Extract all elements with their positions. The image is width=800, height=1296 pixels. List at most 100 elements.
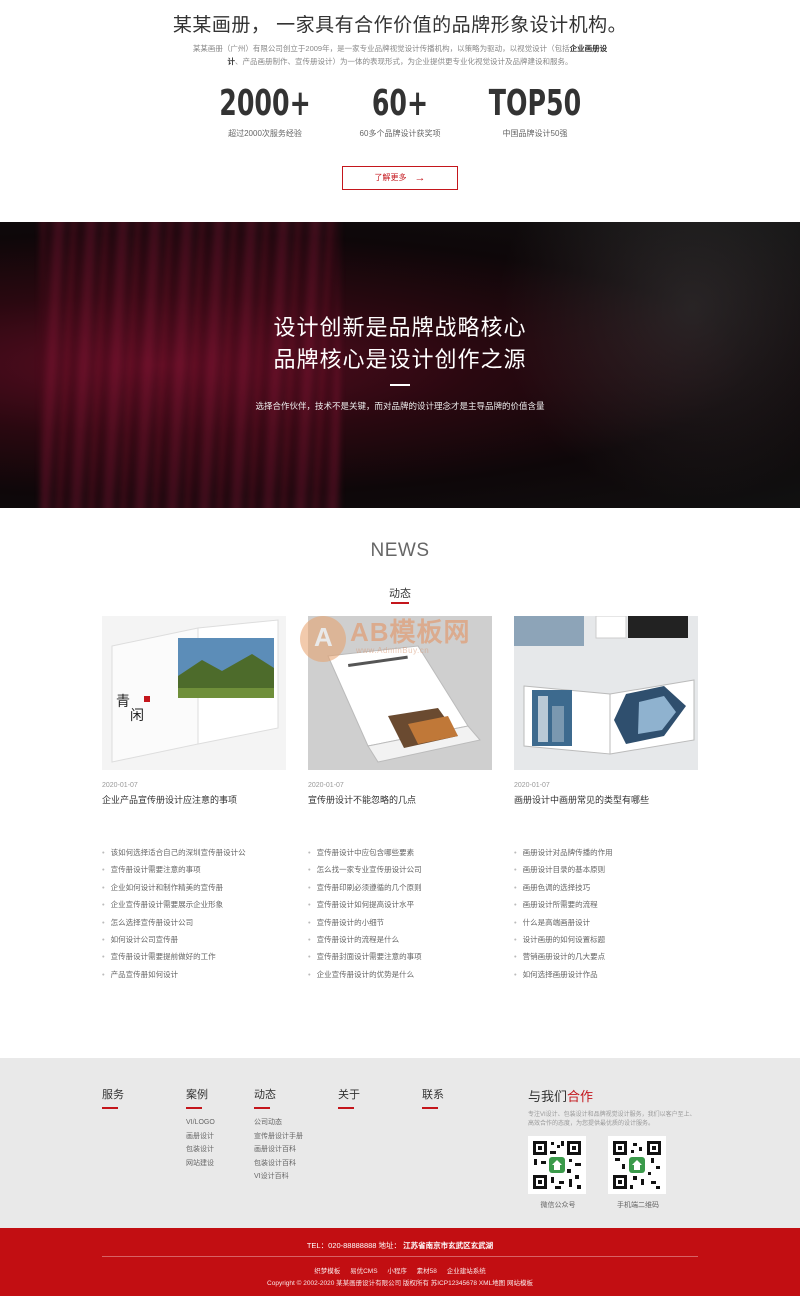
news-list-item[interactable]: 如何选择画册设计作品: [514, 966, 698, 983]
about-headline: 某某画册， 一家具有合作价值的品牌形象设计机构。: [172, 15, 628, 36]
footer-link[interactable]: 画册设计: [186, 1130, 215, 1144]
news-list-item[interactable]: 产品宣传册如何设计: [102, 966, 286, 983]
footer-nav: 服务 案例 VI/LOGO 画册设计 包装设计 网站建设 动态 公司动态 宣传册…: [0, 1058, 800, 1228]
telephone: TEL：020-88888888 地址：: [306, 1241, 402, 1250]
qr-code-icon: [608, 1136, 666, 1194]
friend-link[interactable]: 素材58: [417, 1268, 437, 1275]
footer-col-divider: [422, 1107, 438, 1109]
about-intro: 某某画册（广州）有限公司创立于2009年，是一家专业品牌视觉设计传播机构，以策略…: [190, 42, 610, 68]
stat-label: 超过2000次服务经验: [228, 129, 302, 138]
news-list-item[interactable]: 企业宣传册设计需要展示企业形象: [102, 896, 286, 913]
stat-number: 60+: [371, 83, 429, 124]
news-list: 该如何选择适合自己的深圳宣传册设计公 宣传册设计需要注意的事项 企业如何设计和制…: [102, 844, 286, 983]
cooperation-title-1: 与我们: [528, 1089, 568, 1104]
cooperation-text: 专注VI设计、包装设计和品牌视觉设计服务，我们以客户至上、高效合作的态度，为您提…: [528, 1112, 696, 1127]
footer-link[interactable]: VI/LOGO: [186, 1116, 215, 1130]
news-title-link[interactable]: 宣传册设计不能忽略的几点: [308, 793, 492, 806]
svg-text:闲: 闲: [130, 708, 144, 724]
news-list-item[interactable]: 宣传册设计需要提前做好的工作: [102, 948, 286, 965]
footer-col-title[interactable]: 案例: [186, 1086, 215, 1102]
contact-info: TEL：020-88888888 地址： 江苏省南京市玄武区玄武湖: [0, 1240, 800, 1251]
news-list-item[interactable]: 企业宣传册设计的优势是什么: [308, 966, 492, 983]
news-list-item[interactable]: 怎么选择宣传册设计公司: [102, 914, 286, 931]
news-list-item[interactable]: 宣传册印刷必须遵循的几个原则: [308, 879, 492, 896]
stat-item: TOP50 中国品牌设计50强: [470, 82, 600, 139]
friend-link[interactable]: 企业建站系统: [447, 1268, 486, 1275]
news-title-link[interactable]: 企业产品宣传册设计应注意的事项: [102, 793, 286, 806]
news-subtitle: 动态: [389, 588, 411, 600]
news-list-item[interactable]: 宣传册设计需要注意的事项: [102, 861, 286, 878]
news-list-item[interactable]: 宣传册设计的小细节: [308, 914, 492, 931]
news-list-item[interactable]: 该如何选择适合自己的深圳宣传册设计公: [102, 844, 286, 861]
footer-col-title[interactable]: 服务: [102, 1086, 124, 1102]
stat-item: 2000+ 超过2000次服务经验: [200, 82, 330, 139]
news-list-item[interactable]: 如何设计公司宣传册: [102, 931, 286, 948]
cooperation-block: 与我们合作 专注VI设计、包装设计和品牌视觉设计服务，我们以客户至上、高效合作的…: [528, 1086, 698, 1129]
news-list-item[interactable]: 营销画册设计的几大要点: [514, 948, 698, 965]
news-card[interactable]: 2020-01-07 画册设计中画册常见的类型有哪些: [514, 616, 698, 806]
footer-link[interactable]: 公司动态: [254, 1116, 303, 1130]
mobile-qr: 手机端二维码: [608, 1136, 668, 1210]
footer-col-divider: [338, 1107, 354, 1109]
news-list-item[interactable]: 怎么找一家专业宣传册设计公司: [308, 861, 492, 878]
news-card-image[interactable]: 青 闲: [102, 616, 286, 770]
news-list-item[interactable]: 画册设计对品牌传播的作用: [514, 844, 698, 861]
bottom-divider: [102, 1256, 698, 1257]
copyright: Copyright © 2002-2020 某某画册设计有限公司 版权所有 苏I…: [267, 1280, 533, 1287]
news-list-item[interactable]: 画册色调的选择技巧: [514, 879, 698, 896]
stat-label: 60多个品牌设计获奖项: [359, 129, 441, 138]
news-date: 2020-01-07: [308, 782, 344, 789]
news-list-item[interactable]: 企业如何设计和制作精美的宣传册: [102, 879, 286, 896]
footer-col-cases: 案例 VI/LOGO 画册设计 包装设计 网站建设: [186, 1086, 215, 1170]
arrow-right-icon: →: [414, 172, 426, 184]
footer-link[interactable]: 包装设计: [186, 1143, 215, 1157]
svg-text:青: 青: [116, 694, 130, 710]
learn-more-button[interactable]: 了解更多 →: [342, 166, 458, 190]
footer-link[interactable]: VI设计百科: [254, 1170, 303, 1184]
news-list-item[interactable]: 宣传册设计的流程是什么: [308, 931, 492, 948]
qr-code-icon: [528, 1136, 586, 1194]
banner-divider: [390, 384, 410, 386]
footer-link[interactable]: 网站建设: [186, 1157, 215, 1171]
news-list: 宣传册设计中应包含哪些要素 怎么找一家专业宣传册设计公司 宣传册印刷必须遵循的几…: [308, 844, 492, 983]
qr-caption: 手机端二维码: [617, 1202, 659, 1209]
footer-col-title[interactable]: 动态: [254, 1086, 303, 1102]
news-list-item[interactable]: 设计画册的如何设置标题: [514, 931, 698, 948]
banner-subtitle: 选择合作伙伴，技术不是关键，而对品牌的设计理念才是主导品牌的价值含量: [255, 401, 545, 411]
footer-col-title[interactable]: 关于: [338, 1086, 360, 1102]
cooperation-title-2: 合作: [567, 1089, 594, 1104]
friend-link[interactable]: 小程序: [387, 1268, 407, 1275]
news-list-item[interactable]: 画册设计所需要的流程: [514, 896, 698, 913]
learn-more-label: 了解更多: [374, 173, 407, 182]
cooperation-title: 与我们合作: [528, 1086, 698, 1105]
qr-caption: 微信公众号: [540, 1202, 576, 1209]
address: 江苏省南京市玄武区玄武湖: [403, 1241, 494, 1250]
news-list-item[interactable]: 宣传册设计中应包含哪些要素: [308, 844, 492, 861]
news-divider: [391, 602, 409, 604]
news-date: 2020-01-07: [514, 782, 550, 789]
stats-row: 2000+ 超过2000次服务经验 60+ 60多个品牌设计获奖项 TOP50 …: [200, 82, 600, 139]
watermark-brand: AB模板网: [350, 617, 471, 647]
watermark-letter: A: [314, 622, 333, 652]
footer-col-services: 服务: [102, 1086, 124, 1116]
footer-col-divider: [186, 1107, 202, 1109]
footer-col-divider: [254, 1107, 270, 1109]
footer-col-divider: [102, 1107, 118, 1109]
news-card[interactable]: 青 闲 2020-01-07 企业产品宣传册设计应注意的事项: [102, 616, 286, 806]
friend-link[interactable]: 织梦模板: [314, 1268, 340, 1275]
footer-link[interactable]: 画册设计百科: [254, 1143, 303, 1157]
friend-link[interactable]: 易优CMS: [350, 1268, 377, 1275]
news-card-image[interactable]: [514, 616, 698, 770]
news-list-item[interactable]: 画册设计目录的基本原则: [514, 861, 698, 878]
news-title-link[interactable]: 画册设计中画册常见的类型有哪些: [514, 793, 698, 806]
hero-banner: 设计创新是品牌战略核心 品牌核心是设计创作之源 选择合作伙伴，技术不是关键，而对…: [0, 222, 800, 508]
banner-line-1: 设计创新是品牌战略核心: [273, 315, 527, 340]
footer-col-title[interactable]: 联系: [422, 1086, 444, 1102]
stat-label: 中国品牌设计50强: [502, 129, 568, 138]
news-list-item[interactable]: 宣传册设计如何提高设计水平: [308, 896, 492, 913]
footer-link[interactable]: 包装设计百科: [254, 1157, 303, 1171]
news-list-item[interactable]: 宣传册封面设计需要注意的事项: [308, 948, 492, 965]
watermark-logo: A AB模板网 www.AdminBuy.cn: [300, 612, 500, 672]
news-list-item[interactable]: 什么是高端画册设计: [514, 914, 698, 931]
footer-link[interactable]: 宣传册设计手册: [254, 1130, 303, 1144]
